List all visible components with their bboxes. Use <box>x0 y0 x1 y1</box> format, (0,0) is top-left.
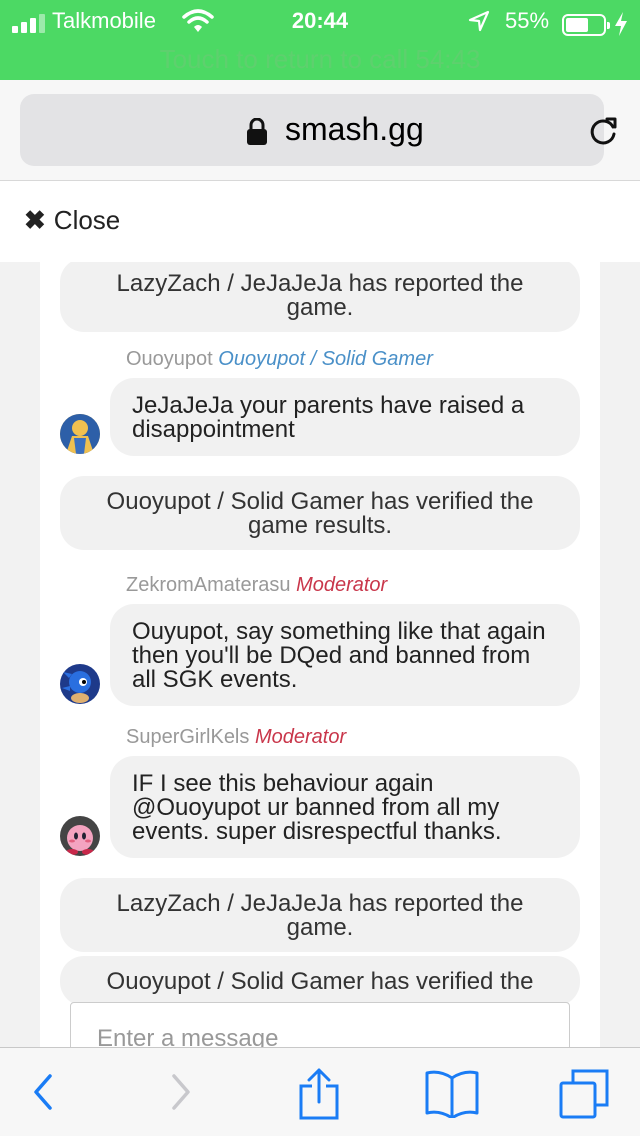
location-arrow-icon <box>468 10 490 37</box>
message-author: ZekromAmaterasu Moderator <box>126 574 387 597</box>
avatar[interactable] <box>60 664 100 704</box>
system-message: Ouoyupot / Solid Gamer has verified the … <box>60 476 580 550</box>
username: Ouoyupot <box>126 348 213 370</box>
browser-toolbar <box>0 1047 640 1136</box>
username: SuperGirlKels <box>126 726 250 748</box>
avatar[interactable] <box>60 414 100 454</box>
browser-address-area: smash.gg <box>0 80 640 180</box>
close-label: Close <box>53 205 121 235</box>
message-input-wrapper <box>70 1002 570 1050</box>
share-icon[interactable] <box>297 1068 341 1125</box>
reload-icon[interactable] <box>586 114 620 153</box>
battery-percent: 55% <box>505 8 550 33</box>
avatar[interactable] <box>60 816 100 856</box>
message-input[interactable] <box>71 1003 569 1050</box>
system-message: LazyZach / JeJaJeJa has reported the gam… <box>60 262 580 332</box>
close-icon: ✖ <box>24 205 46 235</box>
moderator-tag: Moderator <box>296 574 388 596</box>
moderator-tag: Moderator <box>254 726 347 748</box>
tabs-icon[interactable] <box>558 1068 610 1125</box>
url-domain: smash.gg <box>285 111 424 147</box>
forward-icon[interactable] <box>166 1068 196 1121</box>
status-bar: Talkmobile 20:44 55% Touch to return to … <box>0 0 640 80</box>
return-to-call-banner[interactable]: Touch to return to call 54:43 <box>0 44 640 75</box>
chat-message: Ouyupot, say something like that again t… <box>110 604 580 706</box>
close-button[interactable]: ✖ Close <box>24 205 120 236</box>
user-tag: Ouoyupot / Solid Gamer <box>218 348 433 370</box>
message-author: SuperGirlKels Moderator <box>126 726 346 749</box>
system-message: LazyZach / JeJaJeJa has reported the gam… <box>60 878 580 952</box>
modal-header: ✖ Close <box>0 180 640 262</box>
address-bar[interactable]: smash.gg <box>20 94 617 166</box>
system-message: Ouoyupot / Solid Gamer has verified the <box>60 956 580 1006</box>
battery-icon <box>562 14 610 36</box>
bookmarks-icon[interactable] <box>424 1068 480 1123</box>
charging-bolt-icon <box>614 12 628 41</box>
chat-message: JeJaJeJa your parents have raised a disa… <box>110 378 580 456</box>
username: ZekromAmaterasu <box>126 574 291 596</box>
lock-icon <box>246 117 268 151</box>
chat-message: IF I see this behaviour again @Ouoyupot … <box>110 756 580 858</box>
back-icon[interactable] <box>28 1068 58 1121</box>
message-author: Ouoyupot Ouoyupot / Solid Gamer <box>126 348 433 371</box>
chat-panel: LazyZach / JeJaJeJa has reported the gam… <box>40 262 600 1050</box>
